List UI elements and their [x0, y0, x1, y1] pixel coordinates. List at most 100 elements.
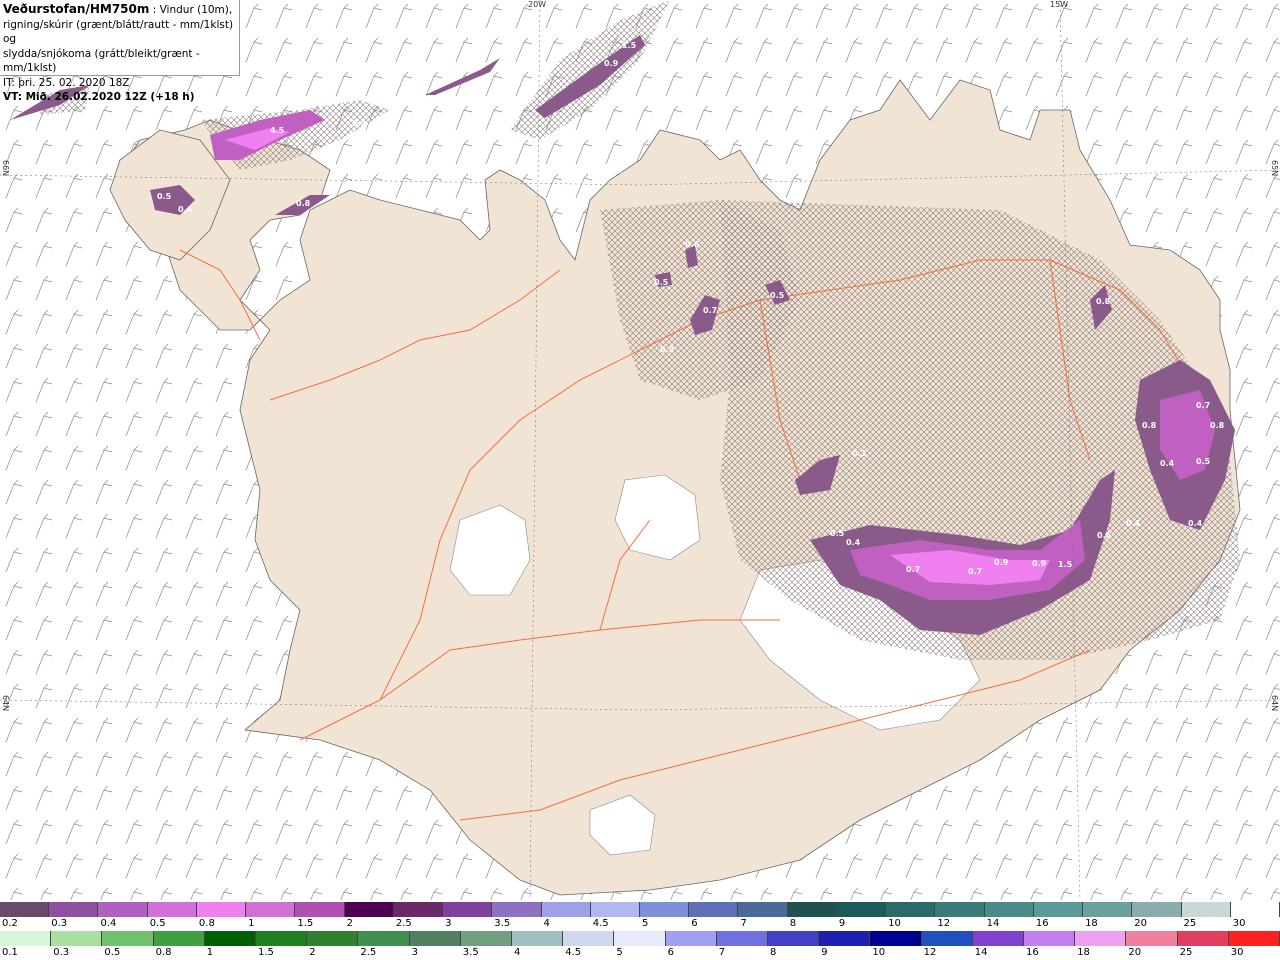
legend-label: 0.1 — [2, 947, 18, 958]
legend-label: 30 — [1232, 918, 1246, 929]
legend-label: 2.5 — [395, 918, 412, 929]
legend-label: 0.8 — [155, 947, 172, 958]
legend-label: 0.5 — [104, 947, 121, 958]
contour-label: 0.3 — [352, 119, 366, 128]
legend-label: 9 — [821, 947, 828, 958]
legend-label: 16 — [1026, 947, 1039, 958]
legend-swatch — [1126, 931, 1178, 946]
legend-swatch — [1177, 931, 1229, 946]
contour-label: 0.7 — [1196, 401, 1210, 410]
contour-label: 0.5 — [830, 529, 845, 538]
legend-sleet-snow-colorbar — [0, 902, 1280, 917]
contour-label: 0.9 — [1032, 559, 1047, 568]
legend-swatch — [1083, 902, 1133, 917]
legend-label: 20 — [1128, 947, 1142, 958]
coord-label-15w: 15W — [1050, 0, 1069, 9]
contour-label: 0.8 — [296, 199, 311, 208]
legend-label: 12 — [923, 947, 937, 958]
legend-swatch — [246, 902, 296, 917]
coord-label-right-65n: 65N — [1270, 160, 1279, 177]
legend-label: 10 — [872, 947, 886, 958]
legend-swatch — [921, 931, 973, 946]
description-line: rigning/skúrir (grænt/blátt/rautt - mm/1… — [3, 18, 234, 46]
legend-swatch — [665, 931, 717, 946]
legend-rain-labels: 0.1 0.3 0.5 0.8 1 1.5 2 2.5 3 3.5 4 4.5 5 6 7 8 9 10 12 14 1… — [0, 945, 1280, 960]
legend-label: 6 — [691, 918, 698, 929]
legend-label: 1 — [248, 918, 255, 929]
legend-swatch — [256, 931, 308, 946]
legend-swatch — [204, 931, 256, 946]
legend-swatch — [768, 931, 820, 946]
legend-swatch — [295, 902, 345, 917]
legend-label: 5 — [616, 947, 623, 958]
contour-label: 0.8 — [1142, 421, 1157, 430]
legend-label: 8 — [770, 947, 777, 958]
legend-swatch — [307, 931, 359, 946]
description-line: slydda/snjókoma (grátt/bleikt/grænt - mm… — [3, 47, 200, 75]
issue-time: IT: þri. 25. 02. 2020 18Z — [3, 76, 130, 89]
legend-label: 4 — [514, 947, 521, 958]
legend-label: 14 — [974, 947, 988, 958]
contour-label: 0.5 — [157, 192, 172, 201]
legend-swatch — [984, 902, 1034, 917]
legend-label: 0.4 — [100, 918, 117, 929]
contour-label: 0.4 — [1160, 459, 1175, 468]
legend-label: 6 — [667, 947, 674, 958]
legend-swatch — [1075, 931, 1127, 946]
description-line: : Vindur (10m), — [149, 4, 233, 16]
contour-label: 0.5 — [770, 291, 785, 300]
legend-swatch — [870, 931, 922, 946]
contour-label: 0.4 — [1188, 519, 1203, 528]
legend-swatch — [935, 902, 985, 917]
brand-title: Veðurstofan/HM750m — [3, 2, 150, 16]
contour-label: 0.5 — [654, 278, 669, 287]
coord-label-left-64n: 64N — [1, 695, 10, 712]
contour-label: 0.7 — [968, 567, 982, 576]
contour-label: 0.6 — [685, 240, 700, 249]
contour-label: 0.3 — [852, 449, 866, 458]
weather-map[interactable]: 0.5 0.4 4.5 0.3 0.8 0.9 1.5 0.6 0.5 0.7 … — [0, 0, 1280, 930]
legend-swatch — [836, 902, 887, 917]
legend-label: 8 — [789, 918, 797, 929]
contour-label: 1.5 — [1058, 560, 1073, 569]
legend-label: 3.5 — [494, 918, 511, 929]
legend-swatch — [972, 931, 1024, 946]
legend-swatch — [344, 902, 394, 917]
legend-label: 1.5 — [297, 918, 314, 929]
legend-swatch — [147, 902, 197, 917]
legend-swatch — [1132, 902, 1182, 917]
legend-label: 3 — [445, 918, 452, 929]
legend-label: 7 — [740, 918, 747, 929]
legend-swatch — [716, 931, 768, 946]
legend-label: 1 — [206, 947, 214, 958]
contour-label: 0.5 — [1196, 457, 1211, 466]
legend-swatch — [614, 931, 666, 946]
legend-sleet-snow-labels: 0.2 0.3 0.4 0.5 0.8 1 1.5 2 2.5 3 3.5 4 4.5 5 6 7 8 9 10 12… — [0, 916, 1280, 931]
legend-label: 10 — [888, 918, 901, 929]
valid-time: VT: Mið. 26.02.2020 12Z (+18 h) — [3, 91, 195, 103]
legend-swatch — [102, 931, 154, 946]
legend-swatch — [1024, 931, 1076, 946]
legend-swatch — [512, 931, 564, 946]
legend-swatch — [738, 902, 788, 917]
legend-label: 2 — [309, 947, 316, 958]
contour-label: 0.3 — [660, 345, 674, 354]
contour-label: 4.5 — [270, 126, 285, 135]
contour-label: 0.9 — [994, 558, 1009, 567]
legend-label: 16 — [1035, 918, 1049, 929]
legend-swatch — [196, 902, 247, 917]
legend-swatch — [393, 902, 444, 917]
contour-label: 0.6 — [1097, 531, 1112, 540]
coord-label-20w: 20W — [528, 0, 547, 9]
legend-swatch — [443, 902, 493, 917]
contour-label: 0.4 — [178, 205, 193, 214]
legend-swatch — [886, 902, 936, 917]
contour-label: 0.8 — [1096, 297, 1111, 306]
legend-label: 14 — [986, 918, 1000, 929]
legend-label: 3.5 — [462, 947, 479, 958]
legend-swatch — [51, 931, 103, 946]
map-info-box: Veðurstofan/HM750m : Vindur (10m), rigni… — [0, 0, 240, 103]
legend-swatch — [0, 902, 50, 917]
legend-label: 4.5 — [592, 918, 609, 929]
legend-label: 7 — [718, 947, 726, 958]
